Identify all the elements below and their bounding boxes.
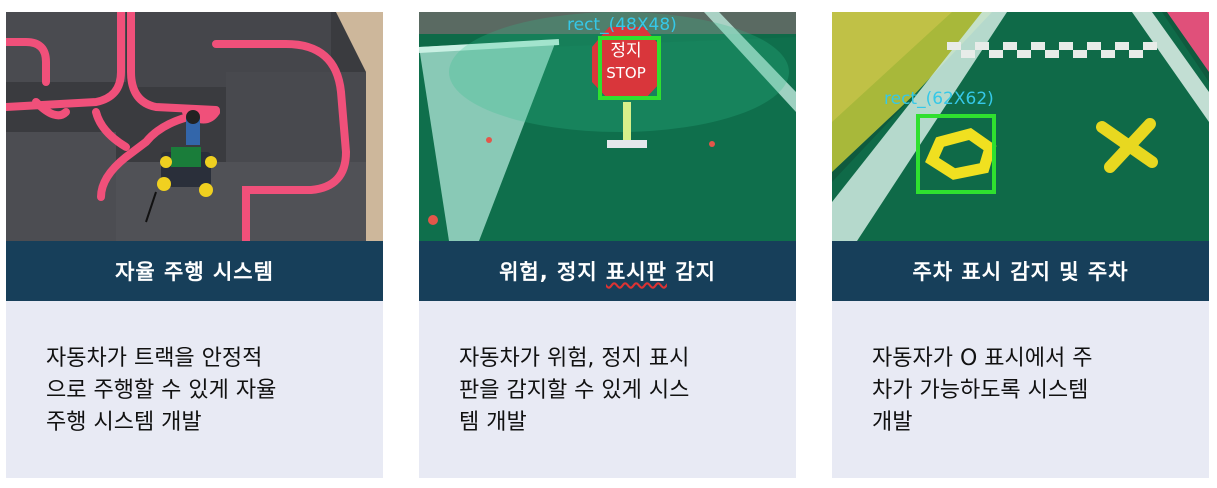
detection-label: rect_(62X62) xyxy=(884,89,994,109)
sign-bottom-text: STOP xyxy=(606,64,646,82)
card-title-text: 위험, 정지 표시판 감지 xyxy=(499,256,716,286)
card-parking-detection: rect_(62X62) 주차 표시 감지 및 주차 자동자가 O 표시에서 주… xyxy=(832,12,1209,478)
card-title-main: 위험, 정지 xyxy=(499,260,606,284)
card-description: 자동차가 위험, 정지 표시 판을 감지할 수 있게 시스 템 개발 xyxy=(459,346,690,435)
card-description: 자동자가 O 표시에서 주 차가 가능하도록 시스템 개발 xyxy=(872,346,1093,435)
card-danger-stop-sign: 정지 STOP rect_(48X48) 위험, 정지 표시판 감지 자동차가 … xyxy=(419,12,796,478)
sign-top-text: 정지 xyxy=(610,41,641,61)
card-title-end: 감지 xyxy=(666,260,716,284)
stop-sign-photo: 정지 STOP rect_(48X48) xyxy=(419,12,796,241)
card-title-text: 주차 표시 감지 및 주차 xyxy=(912,260,1129,284)
card-title-text: 자율 주행 시스템 xyxy=(115,260,274,284)
card-description-box: 자동자가 O 표시에서 주 차가 가능하도록 시스템 개발 xyxy=(832,301,1209,478)
card-title: 자율 주행 시스템 xyxy=(6,241,383,301)
card-description: 자동차가 트랙을 안정적 으로 주행할 수 있게 자율 주행 시스템 개발 xyxy=(46,346,277,435)
card-title: 위험, 정지 표시판 감지 xyxy=(419,241,796,301)
track-photo xyxy=(6,12,383,241)
card-autonomous-driving: 자율 주행 시스템 자동차가 트랙을 안정적 으로 주행할 수 있게 자율 주행… xyxy=(6,12,383,478)
card-description-box: 자동차가 트랙을 안정적 으로 주행할 수 있게 자율 주행 시스템 개발 xyxy=(6,301,383,478)
detection-label: rect_(48X48) xyxy=(567,15,677,35)
card-description-box: 자동차가 위험, 정지 표시 판을 감지할 수 있게 시스 템 개발 xyxy=(419,301,796,478)
parking-photo: rect_(62X62) xyxy=(832,12,1209,241)
card-title: 주차 표시 감지 및 주차 xyxy=(832,241,1209,301)
card-title-flagged-word: 표시판 xyxy=(605,260,667,284)
